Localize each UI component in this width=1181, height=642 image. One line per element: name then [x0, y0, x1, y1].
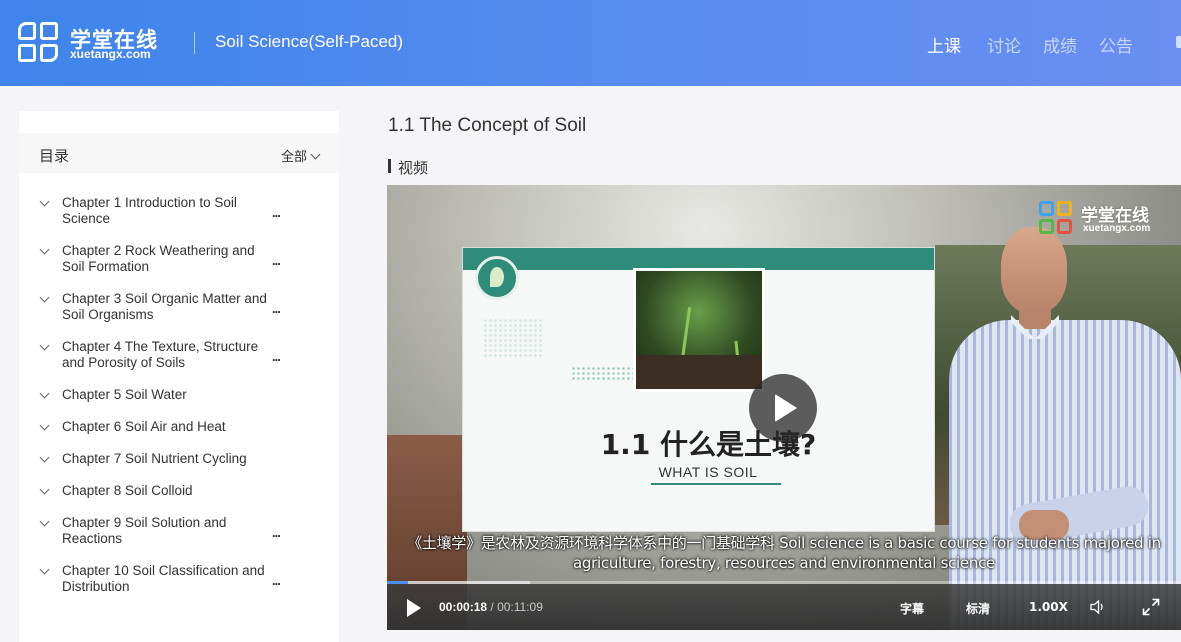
more-icon[interactable]: ... — [272, 525, 281, 540]
watermark-text-en: xuetangx.com — [1083, 223, 1151, 234]
video-watermark: 学堂在线 xuetangx.com — [1039, 199, 1169, 239]
chapter-label[interactable]: Chapter 6 Soil Air and Heat — [62, 419, 277, 435]
slide-heading: 1.1 什么是土壤? — [600, 428, 817, 461]
chapter-label[interactable]: Chapter 2 Rock Weathering and Soil Forma… — [62, 243, 277, 275]
nav-tab-discussion[interactable]: 讨论 — [987, 32, 1021, 57]
chevron-down-icon — [310, 149, 321, 160]
lecture-slide: 1.1 什么是土壤? WHAT IS SOIL — [462, 247, 935, 532]
sprout-stem — [679, 307, 692, 367]
chapter-label[interactable]: Chapter 7 Soil Nutrient Cycling — [62, 451, 277, 467]
play-icon[interactable] — [407, 599, 421, 617]
top-header: 学堂在线 xuetangx.com Soil Science(Self-Pace… — [0, 0, 1181, 86]
quality-button[interactable]: 标清 — [966, 600, 990, 617]
chevron-down-icon[interactable] — [39, 452, 50, 463]
header-divider — [194, 32, 195, 54]
lesson-title: 1.1 The Concept of Soil — [388, 115, 587, 136]
speed-button[interactable]: 1.00X — [1029, 600, 1068, 614]
xuetangx-logo-icon — [1039, 201, 1073, 235]
chevron-down-icon[interactable] — [39, 196, 50, 207]
course-outline-sidebar: 目录 全部 Chapter 1 Introduction to Soil Sci… — [19, 111, 339, 642]
time-separator: / — [487, 600, 498, 614]
volume-icon[interactable] — [1089, 598, 1107, 616]
xuetangx-logo-icon[interactable] — [18, 22, 60, 64]
chevron-down-icon[interactable] — [39, 292, 50, 303]
more-icon[interactable]: ... — [272, 205, 281, 220]
chapter-label[interactable]: Chapter 8 Soil Colloid — [62, 483, 277, 499]
chapter-label[interactable]: Chapter 4 The Texture, Structure and Por… — [62, 339, 277, 371]
fullscreen-icon[interactable] — [1142, 598, 1160, 616]
chevron-down-icon[interactable] — [39, 564, 50, 575]
chevron-down-icon[interactable] — [39, 516, 50, 527]
sprout-photo — [633, 268, 765, 392]
brand-name-en[interactable]: xuetangx.com — [70, 47, 151, 61]
slide-top-band — [463, 248, 934, 270]
sprout-stem — [734, 340, 741, 372]
chevron-down-icon[interactable] — [39, 484, 50, 495]
leaf-emblem-icon — [475, 256, 519, 300]
chapter-label[interactable]: Chapter 3 Soil Organic Matter and Soil O… — [62, 291, 277, 323]
slide-subheading: WHAT IS SOIL — [658, 464, 758, 480]
slide-dot-pattern — [483, 318, 543, 358]
chapter-label[interactable]: Chapter 10 Soil Classification and Distr… — [62, 563, 277, 595]
subtitle-button[interactable]: 字幕 — [900, 600, 924, 617]
chevron-down-icon[interactable] — [39, 244, 50, 255]
more-icon[interactable]: ... — [272, 573, 281, 588]
outline-filter-dropdown[interactable]: 全部 — [280, 146, 321, 165]
chevron-down-icon[interactable] — [39, 388, 50, 399]
presenter-head — [1001, 227, 1067, 313]
outline-title: 目录 — [39, 147, 70, 165]
chapter-label[interactable]: Chapter 1 Introduction to Soil Science — [62, 195, 277, 227]
slide-dot-pattern — [571, 366, 633, 380]
more-icon[interactable]: ... — [272, 349, 281, 364]
outline-filter-label: 全部 — [280, 150, 307, 165]
outline-header: 目录 全部 — [19, 133, 339, 173]
total-time: 00:11:09 — [497, 600, 543, 614]
nav-tab-announcements[interactable]: 公告 — [1099, 32, 1133, 57]
header-overflow-icon — [1176, 36, 1181, 48]
player-controls: 00:00:18 / 00:11:09 字幕 标清 1.00X — [387, 584, 1181, 630]
chevron-down-icon[interactable] — [39, 420, 50, 431]
chevron-down-icon[interactable] — [39, 340, 50, 351]
section-marker — [388, 159, 391, 173]
video-subtitle: 《土壤学》是农林及资源环境科学体系中的一门基础学科 Soil science i… — [407, 534, 1161, 572]
more-icon[interactable]: ... — [272, 301, 281, 316]
chapter-label[interactable]: Chapter 9 Soil Solution and Reactions — [62, 515, 277, 547]
nav-tab-grades[interactable]: 成绩 — [1043, 32, 1077, 57]
chapter-label[interactable]: Chapter 5 Soil Water — [62, 387, 277, 403]
course-title: Soil Science(Self-Paced) — [215, 32, 404, 51]
nav-tab-class[interactable]: 上课 — [927, 32, 961, 57]
current-time: 00:00:18 — [439, 600, 488, 614]
big-play-button[interactable] — [749, 374, 817, 442]
section-label: 视频 — [398, 159, 429, 177]
slide-underline — [651, 483, 781, 485]
more-icon[interactable]: ... — [272, 253, 281, 268]
time-display: 00:00:18 / 00:11:09 — [439, 600, 543, 614]
video-player[interactable]: 1.1 什么是土壤? WHAT IS SOIL 学堂在线 xuetangx.co… — [387, 185, 1181, 630]
